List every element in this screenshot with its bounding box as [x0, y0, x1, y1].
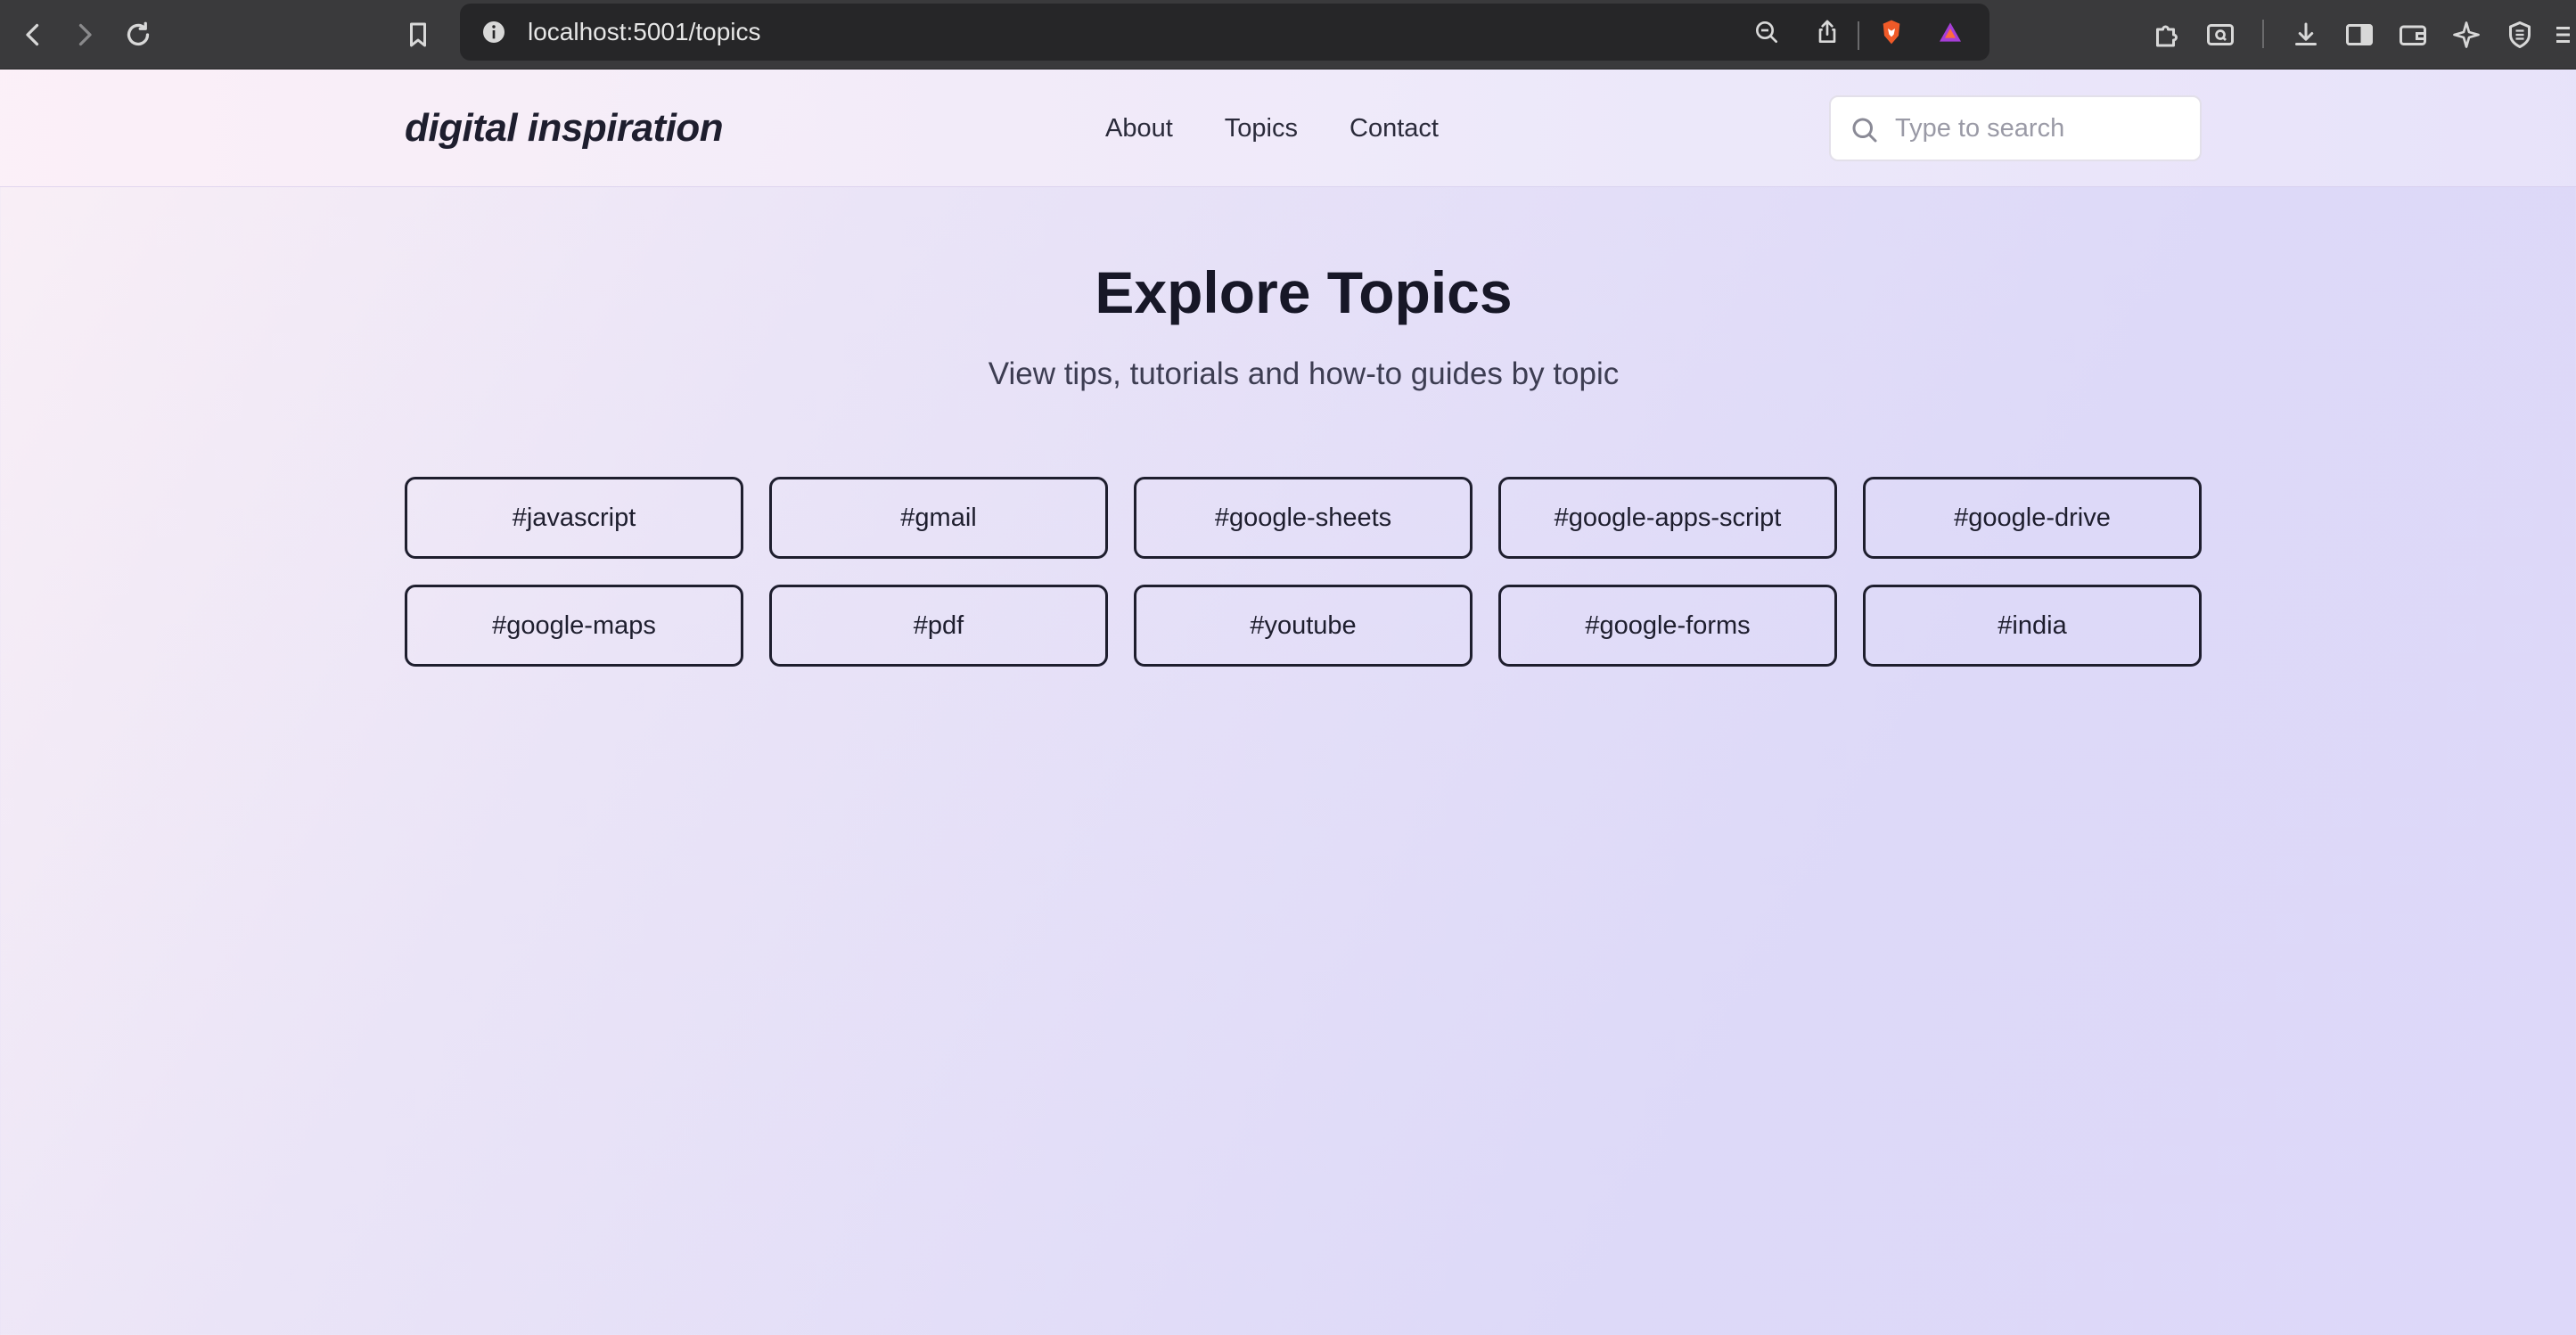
topic-youtube[interactable]: #youtube — [1134, 585, 1473, 667]
zoom-icon[interactable] — [1749, 14, 1784, 50]
brave-shields-icon[interactable] — [1874, 14, 1909, 50]
topic-google-maps[interactable]: #google-maps — [405, 585, 743, 667]
reader-mode-button[interactable] — [2198, 12, 2243, 57]
wallet-button[interactable] — [2391, 12, 2435, 57]
brave-rewards-icon[interactable] — [1932, 14, 1968, 50]
menu-button[interactable] — [2547, 12, 2576, 57]
topic-google-apps-script[interactable]: #google-apps-script — [1498, 477, 1837, 559]
topics-grid: #javascript #gmail #google-sheets #googl… — [405, 477, 2202, 667]
wallet-icon — [2400, 25, 2426, 45]
puzzle-icon — [2156, 25, 2178, 47]
reload-icon — [127, 21, 150, 46]
back-arrow-icon — [26, 23, 39, 46]
sparkle-icon — [2453, 21, 2480, 48]
page-title: Explore Topics — [1095, 259, 1513, 325]
forward-button[interactable] — [62, 12, 107, 57]
site-info-icon[interactable] — [476, 14, 512, 50]
topic-india[interactable]: #india — [1863, 585, 2202, 667]
browser-toolbar: localhost:5001/topics — [0, 0, 2576, 70]
nav-link-contact[interactable]: Contact — [1350, 114, 1439, 143]
reader-icon — [2207, 24, 2234, 45]
url-text[interactable]: localhost:5001/topics — [528, 4, 761, 61]
back-button[interactable] — [11, 12, 55, 57]
divider — [1858, 21, 1859, 50]
address-bar[interactable]: localhost:5001/topics — [460, 4, 1989, 61]
main-nav: About Topics Contact — [1105, 70, 1439, 187]
search-box[interactable] — [1829, 95, 2202, 161]
nav-link-topics[interactable]: Topics — [1225, 114, 1298, 143]
topic-javascript[interactable]: #javascript — [405, 477, 743, 559]
reload-button[interactable] — [116, 12, 160, 57]
site-logo[interactable]: digital inspiration — [405, 70, 724, 187]
bookmark-icon — [410, 22, 426, 47]
search-icon — [1852, 118, 1877, 143]
vpn-button[interactable] — [2498, 12, 2542, 57]
download-icon — [2295, 22, 2317, 45]
topic-pdf[interactable]: #pdf — [769, 585, 1108, 667]
page-subtitle: View tips, tutorials and how-to guides b… — [988, 356, 1620, 391]
bookmark-button[interactable] — [396, 12, 440, 57]
search-input[interactable] — [1895, 97, 2189, 160]
nav-link-about[interactable]: About — [1105, 114, 1173, 143]
sidebar-button[interactable] — [2337, 12, 2382, 57]
share-icon[interactable] — [1809, 14, 1845, 50]
topic-google-forms[interactable]: #google-forms — [1498, 585, 1837, 667]
extensions-button[interactable] — [2145, 12, 2189, 57]
forward-arrow-icon — [78, 23, 92, 46]
shield-icon — [2509, 21, 2531, 48]
leo-ai-button[interactable] — [2444, 12, 2489, 57]
sidebar-icon — [2346, 24, 2373, 45]
topic-google-sheets[interactable]: #google-sheets — [1134, 477, 1473, 559]
divider — [2262, 20, 2264, 48]
topic-google-drive[interactable]: #google-drive — [1863, 477, 2202, 559]
topic-gmail[interactable]: #gmail — [769, 477, 1108, 559]
site-header: digital inspiration About Topics Contact — [0, 70, 2576, 187]
hamburger-icon — [2556, 27, 2570, 43]
downloads-button[interactable] — [2284, 12, 2328, 57]
